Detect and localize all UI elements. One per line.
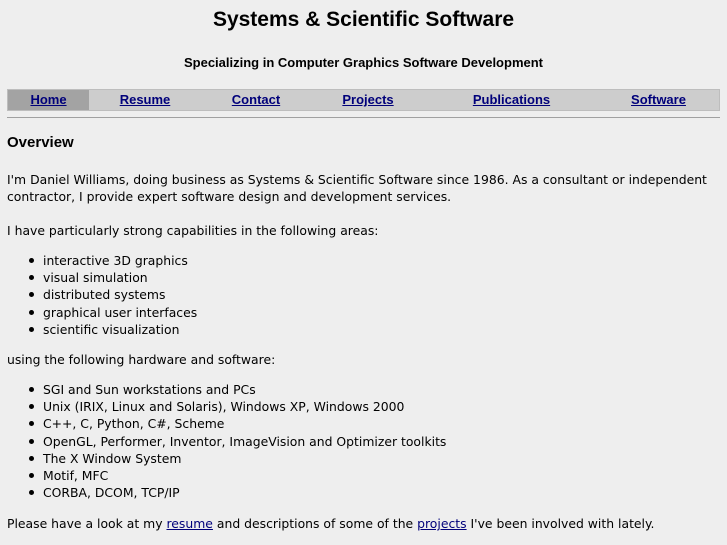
list-item: OpenGL, Performer, Inventor, ImageVision… [0,433,446,450]
nav-bar: Home Resume Contact Projects Publication… [7,89,720,111]
list-item: graphical user interfaces [0,304,197,321]
closing-paragraph: Please have a look at my resume and desc… [7,515,723,532]
bullet-icon [29,309,34,315]
closing-text: I've been involved with lately. [466,516,655,531]
hardware-software-list: SGI and Sun workstations and PCs Unix (I… [0,381,446,501]
bullet-icon [29,387,34,392]
list-item: interactive 3D graphics [0,252,197,269]
bullet-icon [29,326,34,332]
list-item-text: interactive 3D graphics [43,253,188,268]
intro-paragraph: I'm Daniel Williams, doing business as S… [7,172,707,204]
list-item-text: CORBA, DCOM, TCP/IP [43,485,180,501]
nav-link-contact[interactable]: Contact [201,90,311,110]
list-item-text: scientific visualization [43,321,180,337]
hardware-intro-paragraph: using the following hardware and softwar… [7,352,276,367]
nav-link-resume[interactable]: Resume [89,90,201,110]
bullet-icon [29,275,34,281]
resume-link[interactable]: resume [166,516,212,531]
areas-intro-paragraph: I have particularly strong capabilities … [7,223,379,238]
bullet-icon [29,455,34,461]
list-item: Motif, MFC [0,467,446,484]
nav-link-projects[interactable]: Projects [311,90,425,110]
list-item-text: SGI and Sun workstations and PCs [43,382,256,397]
capabilities-list: interactive 3D graphics visual simulatio… [0,252,197,338]
list-item-text: Unix (IRIX, Linux and Solaris), Windows … [43,399,405,415]
list-item: scientific visualization [0,321,197,338]
divider [7,117,720,118]
bullet-icon [29,421,34,427]
section-heading: Overview [7,134,74,151]
nav-link-home[interactable]: Home [8,90,89,110]
list-item-text: visual simulation [43,270,148,286]
list-item: visual simulation [0,269,197,286]
bullet-icon [29,490,34,496]
list-item-text: distributed systems [43,287,166,303]
list-item: SGI and Sun workstations and PCs [0,381,446,398]
bullet-icon [29,404,34,410]
list-item: distributed systems [0,286,197,303]
list-item-text: Motif, MFC [43,468,109,484]
list-item-text: C++, C, Python, C#, Scheme [43,416,225,432]
list-item: The X Window System [0,450,446,467]
site-tagline: Specializing in Computer Graphics Softwa… [183,55,544,70]
list-item-text: graphical user interfaces [43,304,198,320]
closing-text: and descriptions of some of the [212,516,418,531]
bullet-icon [29,258,34,263]
list-item: CORBA, DCOM, TCP/IP [0,484,446,501]
nav-link-publications[interactable]: Publications [425,90,598,110]
list-item: C++, C, Python, C#, Scheme [0,415,446,432]
bullet-icon [29,292,34,298]
site-title: Systems & Scientific Software [212,8,515,31]
nav-link-software[interactable]: Software [598,90,719,110]
list-item-text: OpenGL, Performer, Inventor, ImageVision… [43,433,447,449]
closing-text: Please have a look at my [7,516,167,531]
projects-link[interactable]: projects [417,516,466,531]
list-item-text: The X Window System [43,450,182,466]
bullet-icon [29,473,34,479]
bullet-icon [29,438,34,444]
list-item: Unix (IRIX, Linux and Solaris), Windows … [0,398,446,415]
page: Systems & Scientific Software Specializi… [0,0,727,545]
